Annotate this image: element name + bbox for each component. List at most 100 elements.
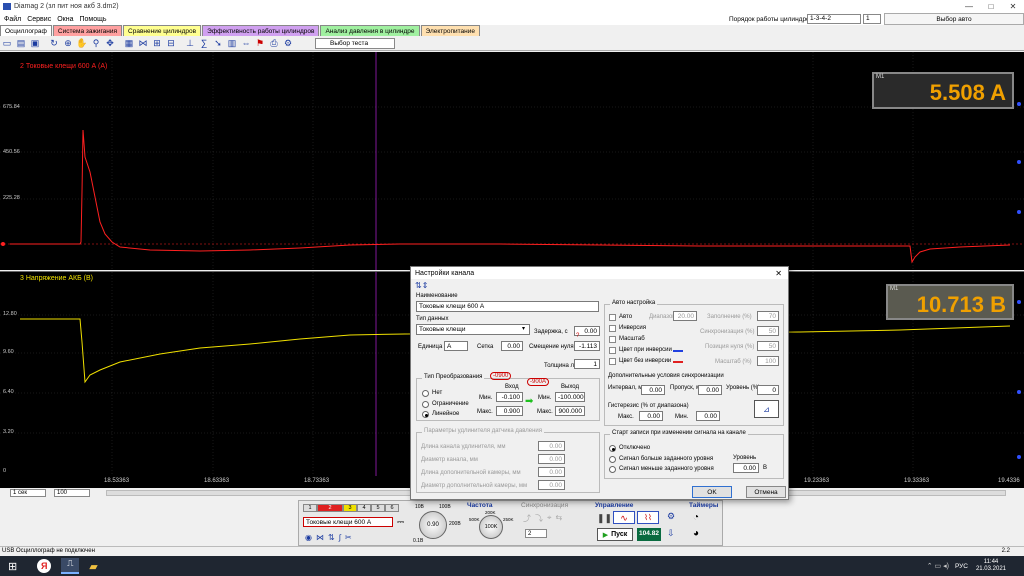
tools-icon[interactable]: ✂ xyxy=(345,533,352,542)
start-button[interactable]: ▶ Пуск xyxy=(597,528,633,541)
rise-icon[interactable]: ⤴ xyxy=(523,513,531,524)
tab-pressure[interactable]: Анализ давления в цилиндре xyxy=(320,25,420,36)
sync-arrow-icon[interactable]: ⇆ xyxy=(556,513,563,524)
conv-limit-radio[interactable] xyxy=(422,401,429,408)
inv-color-swatch[interactable] xyxy=(673,350,683,352)
record-icon[interactable]: ⇩ xyxy=(667,528,675,539)
maximize-button[interactable]: □ xyxy=(980,0,1002,13)
test-select[interactable]: Выбор теста xyxy=(315,37,395,49)
cyl-count-select[interactable]: 1 xyxy=(863,14,881,24)
snapshot-icon[interactable]: ⚙ xyxy=(667,511,675,522)
tab-ignition[interactable]: Система зажигания xyxy=(52,25,123,36)
out-max-field[interactable]: 900.000 xyxy=(555,406,585,416)
sweep-select[interactable]: 1 сек xyxy=(10,489,46,497)
datatype-select[interactable]: Токовые клещи xyxy=(416,324,530,335)
tab-cyl-compare[interactable]: Сравнение цилиндров xyxy=(123,25,202,36)
windows-start-icon[interactable]: ⊞ xyxy=(8,560,17,573)
channel-button[interactable]: 6 xyxy=(385,504,399,512)
channel-button[interactable]: 5 xyxy=(371,504,385,512)
sync-cursor-icon[interactable]: ⌖ xyxy=(547,513,552,524)
cursor-icon[interactable]: ✥ xyxy=(104,37,116,49)
start-above-radio[interactable] xyxy=(609,456,616,463)
menu-service[interactable]: Сервис xyxy=(27,16,51,23)
auto-select-button[interactable]: Выбор авто xyxy=(884,13,1024,25)
hyst-max-field[interactable]: 0.00 xyxy=(639,411,663,421)
timer1-icon[interactable]: ◔ xyxy=(693,512,699,523)
channel1-pane[interactable]: 2 Токовые клещи 600 А (А) 675.84 450.56 … xyxy=(0,52,1024,270)
noinv-color-checkbox[interactable] xyxy=(609,358,616,365)
noinv-color-swatch[interactable] xyxy=(673,361,683,363)
cyl-order-select[interactable]: 1-3-4-2 xyxy=(807,14,861,24)
hyst-min-field[interactable]: 0.00 xyxy=(696,411,720,421)
filter-icon[interactable]: ⋈ xyxy=(316,533,324,542)
timer2-icon[interactable]: ◕ xyxy=(693,528,699,539)
marker-icon[interactable]: ⚑ xyxy=(254,37,266,49)
dialog-close-button[interactable]: ✕ xyxy=(775,269,782,278)
move-icon[interactable]: ⇔ xyxy=(240,37,252,49)
channel-button[interactable]: 4 xyxy=(357,504,371,512)
sync-level-field[interactable]: 0 xyxy=(757,385,779,395)
save-icon[interactable]: ▣ xyxy=(29,37,41,49)
open-icon[interactable]: ▤ xyxy=(15,37,27,49)
tab-cyl-efficiency[interactable]: Эффективность работы цилиндров xyxy=(202,25,320,36)
ok-button[interactable]: OK xyxy=(692,486,732,498)
channel-button[interactable]: 3 xyxy=(343,504,357,512)
out-min-field[interactable]: -100.000 xyxy=(555,392,585,402)
inversion-checkbox[interactable] xyxy=(609,325,616,332)
menu-file[interactable]: Файл xyxy=(4,16,21,23)
scale-checkbox[interactable] xyxy=(609,336,616,343)
sync-interval-field[interactable]: 0.00 xyxy=(641,385,665,395)
voltage-knob[interactable]: 0.90 xyxy=(419,511,447,539)
level-field[interactable]: 0.00 xyxy=(733,463,759,473)
tab-power[interactable]: Электропитание xyxy=(420,25,481,36)
conv-none-radio[interactable] xyxy=(422,390,429,397)
start-below-radio[interactable] xyxy=(609,466,616,473)
channel-button[interactable]: 1 xyxy=(303,504,317,512)
settings-icon[interactable]: ⚙ xyxy=(282,37,294,49)
arrow-icon[interactable]: ➘ xyxy=(212,37,224,49)
channels-icon[interactable]: ⋈ xyxy=(137,37,149,49)
refresh-icon[interactable]: ↻ xyxy=(48,37,60,49)
hand-icon[interactable]: ✋ xyxy=(76,37,88,49)
conv-linear-radio[interactable] xyxy=(422,411,429,418)
linewidth-field[interactable]: 1 xyxy=(574,359,600,369)
zero-offset-field[interactable]: -1.113 xyxy=(574,341,600,351)
swap-icon[interactable]: ⇅ xyxy=(328,533,335,542)
sync-preview-button[interactable]: ⊿ xyxy=(754,400,779,418)
tab-oscilloscope[interactable]: Осциллограф xyxy=(0,25,52,36)
in-min-field[interactable]: -0.100 xyxy=(496,392,523,402)
measure-icon[interactable]: ⚲ xyxy=(90,37,102,49)
axis-icon[interactable]: ⊥ xyxy=(184,37,196,49)
auto-checkbox[interactable] xyxy=(609,314,616,321)
grid-field[interactable]: 0.00 xyxy=(501,341,523,351)
fall-icon[interactable]: ⤵ xyxy=(535,513,543,524)
grid-icon[interactable]: ▦ xyxy=(123,37,135,49)
clock[interactable]: 11:44 21.03.2021 xyxy=(976,559,1006,573)
diamag-task-icon[interactable]: ⎍ xyxy=(61,558,80,574)
channel-swap-icon[interactable]: ⇅⇕ xyxy=(415,281,428,290)
pause-icon[interactable]: ❚❚ xyxy=(597,513,612,524)
sync-channel-select[interactable]: 2 xyxy=(525,529,547,538)
language-indicator[interactable]: РУС xyxy=(955,563,968,570)
scale-select[interactable]: 100 xyxy=(54,489,90,497)
pulse-button[interactable]: ⌇⌇ xyxy=(637,511,659,524)
channel2-measurement[interactable]: M1 10.713 B xyxy=(886,284,1014,320)
in-max-field[interactable]: 0.900 xyxy=(496,406,523,416)
print-icon[interactable]: ⎙ xyxy=(268,37,280,49)
menu-help[interactable]: Помощь xyxy=(79,16,106,23)
yandex-browser-icon[interactable]: Я xyxy=(37,559,52,573)
channel-button[interactable]: 2 xyxy=(317,504,343,512)
inv-color-checkbox[interactable] xyxy=(609,347,616,354)
split-icon[interactable]: ⊟ xyxy=(165,37,177,49)
table-icon[interactable]: ▥ xyxy=(226,37,238,49)
frequency-knob[interactable]: 100K xyxy=(479,515,503,539)
zoom-icon[interactable]: ⊕ xyxy=(62,37,74,49)
menu-windows[interactable]: Окна xyxy=(57,16,73,23)
cancel-button[interactable]: Отмена xyxy=(746,486,786,498)
math-icon[interactable]: ∫ xyxy=(339,533,341,542)
eye-icon[interactable]: ◉ xyxy=(305,533,312,542)
channel1-measurement[interactable]: M1 5.508 A xyxy=(872,72,1014,109)
math-icon[interactable]: ∑ xyxy=(198,37,210,49)
sync-skip-field[interactable]: 0.00 xyxy=(698,385,722,395)
channel-name-field[interactable]: Токовые клещи 600 А xyxy=(303,517,393,527)
